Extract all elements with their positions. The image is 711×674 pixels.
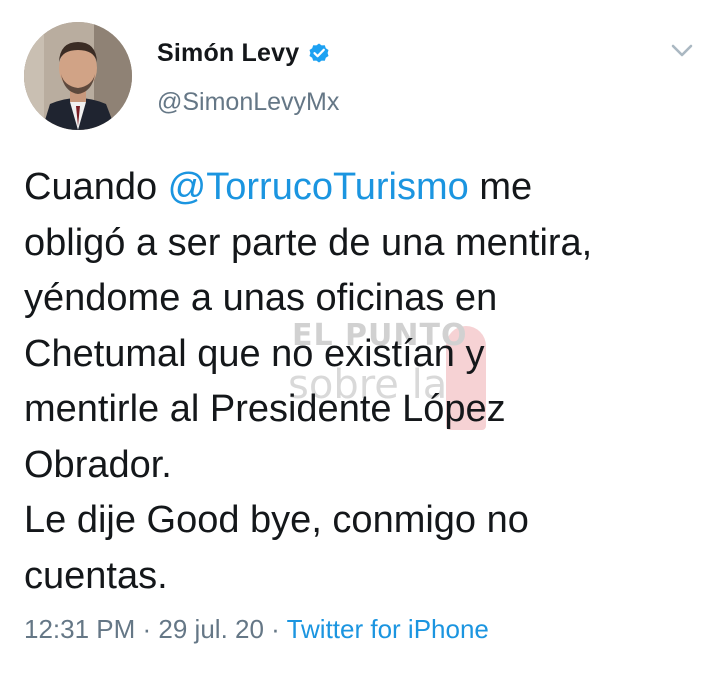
tweet-source-link[interactable]: Twitter for iPhone xyxy=(287,614,489,644)
tweet-line: Chetumal que no existían y xyxy=(24,332,485,375)
tweet-date[interactable]: 29 jul. 20 xyxy=(158,614,264,644)
tweet-time[interactable]: 12:31 PM xyxy=(24,614,135,644)
tweet-line: Obrador. xyxy=(24,443,172,486)
tweet-line: Le dije Good bye, conmigo no xyxy=(24,499,529,541)
chevron-down-icon[interactable] xyxy=(669,40,695,60)
tweet-text: Cuando @TorrucoTurismo me obligó a ser p… xyxy=(24,160,694,604)
tweet-meta: 12:31 PM · 29 jul. 20 · Twitter for iPho… xyxy=(24,614,489,645)
tweet-line: Cuando @TorrucoTurismo me xyxy=(24,160,694,216)
tweet-card: Simón Levy @SimonLevyMx EL PUNTO sobre l… xyxy=(0,0,711,674)
author-name[interactable]: Simón Levy xyxy=(157,39,299,68)
meta-separator: · xyxy=(135,614,159,644)
meta-separator: · xyxy=(263,614,287,644)
author-handle[interactable]: @SimonLevyMx xyxy=(157,88,339,117)
tweet-text-segment: Cuando xyxy=(24,166,168,208)
author-name-row: Simón Levy xyxy=(157,38,331,68)
avatar-photo xyxy=(24,22,132,130)
tweet-line: yéndome a unas oficinas en xyxy=(24,277,498,319)
verified-badge-icon xyxy=(307,41,331,65)
tweet-line: obligó a ser parte de una mentira, xyxy=(24,221,593,264)
mention-link[interactable]: @TorrucoTurismo xyxy=(168,166,469,208)
avatar[interactable] xyxy=(24,22,132,130)
tweet-line: mentirle al Presidente López xyxy=(24,388,506,430)
tweet-line: cuentas. xyxy=(24,554,168,597)
tweet-text-segment: me xyxy=(468,166,533,208)
